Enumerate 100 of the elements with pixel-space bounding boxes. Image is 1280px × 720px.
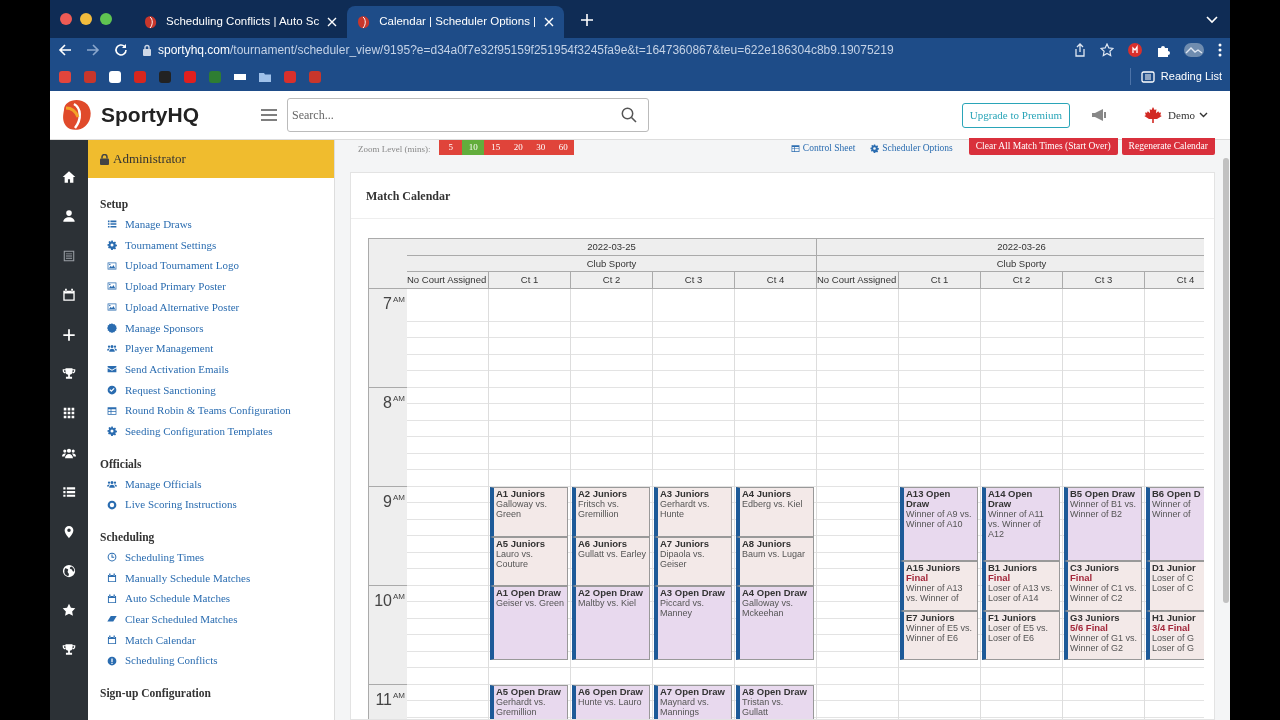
match-card[interactable]: A3 Juniors Gerhardt vs. Hunte — [654, 487, 732, 537]
toolbar-button[interactable]: Clear All Match Times (Start Over) — [968, 138, 1118, 155]
match-card[interactable]: A8 Open Draw Tristan vs. Gullatt — [736, 685, 814, 719]
match-players: Loser of E5 vs. — [988, 622, 1050, 633]
match-card[interactable]: A1 Juniors Galloway vs. Green — [490, 487, 568, 537]
section-heading: Setup — [100, 197, 130, 213]
menu-link[interactable]: Tournament Settings — [125, 236, 217, 254]
match-card[interactable]: A7 Open Draw Maynard vs. Mannings — [654, 685, 732, 719]
menu-link[interactable]: Clear Scheduled Matches — [125, 611, 238, 628]
match-card[interactable]: A2 Juniors Fritsch vs. Gremillion — [572, 487, 650, 537]
match-players: Geiser — [660, 558, 687, 569]
zoom-option[interactable]: 15 — [484, 140, 507, 155]
match-players: Manney — [660, 608, 694, 618]
date-header: 2022-03-25 — [407, 239, 817, 256]
zoom-option[interactable]: 20 — [507, 140, 530, 155]
match-players: Loser of E6 — [988, 632, 1036, 643]
menu-link[interactable]: Upload Tournament Logo — [125, 257, 239, 274]
toolbar-button[interactable]: Regenerate Calendar — [1121, 138, 1215, 155]
menu-link[interactable]: Manage Officials — [125, 475, 202, 493]
brand-name[interactable]: SportyHQ — [101, 99, 261, 131]
match-card[interactable]: A5 Open Draw Gerhardt vs. Gremillion — [490, 685, 568, 719]
match-players: Winner of G2 — [1070, 642, 1125, 653]
match-card[interactable]: A6 Juniors Gullatt vs. Earley — [572, 536, 650, 586]
match-players: Loser of G — [1152, 642, 1196, 653]
match-title: A2 Juniors — [578, 489, 629, 499]
match-players: Galloway vs. — [742, 598, 795, 608]
menu-link[interactable]: Scheduling Times — [125, 549, 205, 566]
match-card[interactable]: A5 Juniors Lauro vs. Couture — [490, 536, 568, 586]
match-players: Winner of — [1152, 499, 1192, 509]
match-players: Winner of B2 — [1070, 509, 1124, 519]
match-card[interactable]: H1 Junior 3/4 Final Loser of G Loser of G — [1146, 610, 1204, 661]
court-header: Ct 2 — [981, 272, 1063, 289]
zoom-option[interactable]: 5 — [439, 140, 462, 155]
menu-link[interactable]: Upload Primary Poster — [125, 278, 226, 295]
match-card[interactable]: A6 Open Draw Hunte vs. Lauro — [572, 685, 650, 719]
match-card[interactable]: A4 Juniors Edberg vs. Kiel — [736, 487, 814, 537]
menu-link[interactable]: Request Sanctioning — [125, 381, 216, 399]
match-players: Dipaola vs. — [660, 548, 706, 559]
match-title: A4 Juniors — [742, 489, 793, 499]
menu-link[interactable]: Upload Alternative Poster — [125, 298, 240, 316]
toolbar-link[interactable]: Scheduler Options — [870, 142, 953, 155]
zoom-option[interactable]: 60 — [552, 140, 575, 155]
search-field[interactable]: Search... — [287, 98, 649, 132]
match-players: Baum vs. Lugar — [742, 548, 807, 559]
user-menu[interactable]: Demo — [1168, 106, 1208, 124]
card-title: Match Calendar — [366, 187, 451, 205]
menu-link[interactable]: Round Robin & Teams Configuration — [125, 402, 291, 419]
match-card[interactable]: B5 Open Draw Winner of B1 vs. Winner of B2 — [1064, 487, 1142, 562]
match-players: Edberg vs. Kiel — [742, 499, 804, 509]
match-card[interactable]: G3 Juniors 5/6 Final Winner of G1 vs. Winner of G2 — [1064, 610, 1142, 661]
match-title: E7 Juniors — [906, 612, 956, 623]
menu-link[interactable]: Seeding Configuration Templates — [125, 422, 273, 440]
menu-link[interactable]: Auto Schedule Matches — [125, 590, 231, 607]
match-card[interactable]: A2 Open Draw Maltby vs. Kiel — [572, 586, 650, 661]
match-card[interactable]: D1 Junior Loser of C Loser of C — [1146, 561, 1204, 611]
menu-link[interactable]: Manage Sponsors — [125, 319, 204, 337]
section-heading: Officials — [100, 456, 143, 472]
match-card[interactable]: A8 Juniors Baum vs. Lugar — [736, 536, 814, 586]
round-label: 3/4 Final — [1152, 622, 1191, 633]
match-title: F1 Juniors — [988, 612, 1038, 623]
match-title: A15 Juniors — [906, 563, 962, 574]
court-header: Ct 3 — [1063, 272, 1145, 289]
match-card[interactable]: A1 Open Draw Geiser vs. Green — [490, 586, 568, 661]
match-card[interactable]: B1 Juniors Final Loser of A13 vs. Loser of A14 — [982, 561, 1060, 611]
match-card[interactable]: E7 Juniors Winner of E5 vs. Winner of E6 — [900, 610, 978, 661]
menu-link[interactable]: Send Activation Emails — [125, 360, 229, 378]
match-title: A7 Juniors — [660, 538, 711, 549]
match-card[interactable]: F1 Juniors Loser of E5 vs. Loser of E6 — [982, 610, 1060, 661]
browser-tab[interactable]: Calendar | Scheduler Options | — [347, 6, 565, 38]
match-card[interactable]: A3 Open Draw Piccard vs. Manney — [654, 586, 732, 661]
reading-list-link[interactable]: Reading List — [1160, 68, 1222, 85]
match-players: vs. Winner of — [906, 593, 960, 604]
court-header: Ct 4 — [735, 272, 817, 289]
toolbar-link[interactable]: Control Sheet — [790, 142, 856, 155]
match-title: B6 Open D — [1152, 489, 1202, 499]
menu-link[interactable]: Scheduling Conflicts — [125, 652, 218, 669]
browser-tab[interactable]: Scheduling Conflicts | Auto Sc — [134, 6, 348, 38]
match-title: A4 Open Draw — [742, 588, 808, 598]
match-players: Loser of A14 — [988, 593, 1040, 604]
menu-link[interactable]: Manually Schedule Matches — [125, 569, 251, 587]
match-card[interactable]: A15 Juniors Final Winner of A13 vs. Winner of — [900, 561, 978, 611]
match-players: Maynard vs. — [660, 697, 711, 707]
match-card[interactable]: B6 Open D Winner of Winner of — [1146, 487, 1204, 562]
match-players: Winner of C2 — [1070, 593, 1124, 604]
menu-link[interactable]: Match Calendar — [125, 631, 196, 649]
court-header: Ct 2 — [571, 272, 653, 289]
match-card[interactable]: C3 Juniors Final Winner of C1 vs. Winner of C2 — [1064, 561, 1142, 611]
match-card[interactable]: A13 Open Draw Winner of A9 vs. Winner of A10 — [900, 487, 978, 562]
menu-link[interactable]: Player Management — [125, 340, 214, 357]
menu-link[interactable]: Live Scoring Instructions — [125, 496, 237, 513]
match-players: Gremillion — [496, 707, 538, 717]
menu-link[interactable]: Manage Draws — [125, 216, 192, 233]
match-title: A8 Juniors — [742, 538, 793, 549]
match-card[interactable]: A7 Juniors Dipaola vs. Geiser — [654, 536, 732, 586]
match-players: Gerhardt vs. — [660, 499, 711, 509]
match-card[interactable]: A4 Open Draw Galloway vs. Mckeehan — [736, 586, 814, 661]
match-title: A5 Juniors — [496, 538, 547, 549]
zoom-option[interactable]: 30 — [529, 140, 552, 155]
match-card[interactable]: A14 Open Draw Winner of A11 vs. Winner of A12 — [982, 487, 1060, 562]
venue-header: Club Sporty — [817, 256, 1204, 272]
